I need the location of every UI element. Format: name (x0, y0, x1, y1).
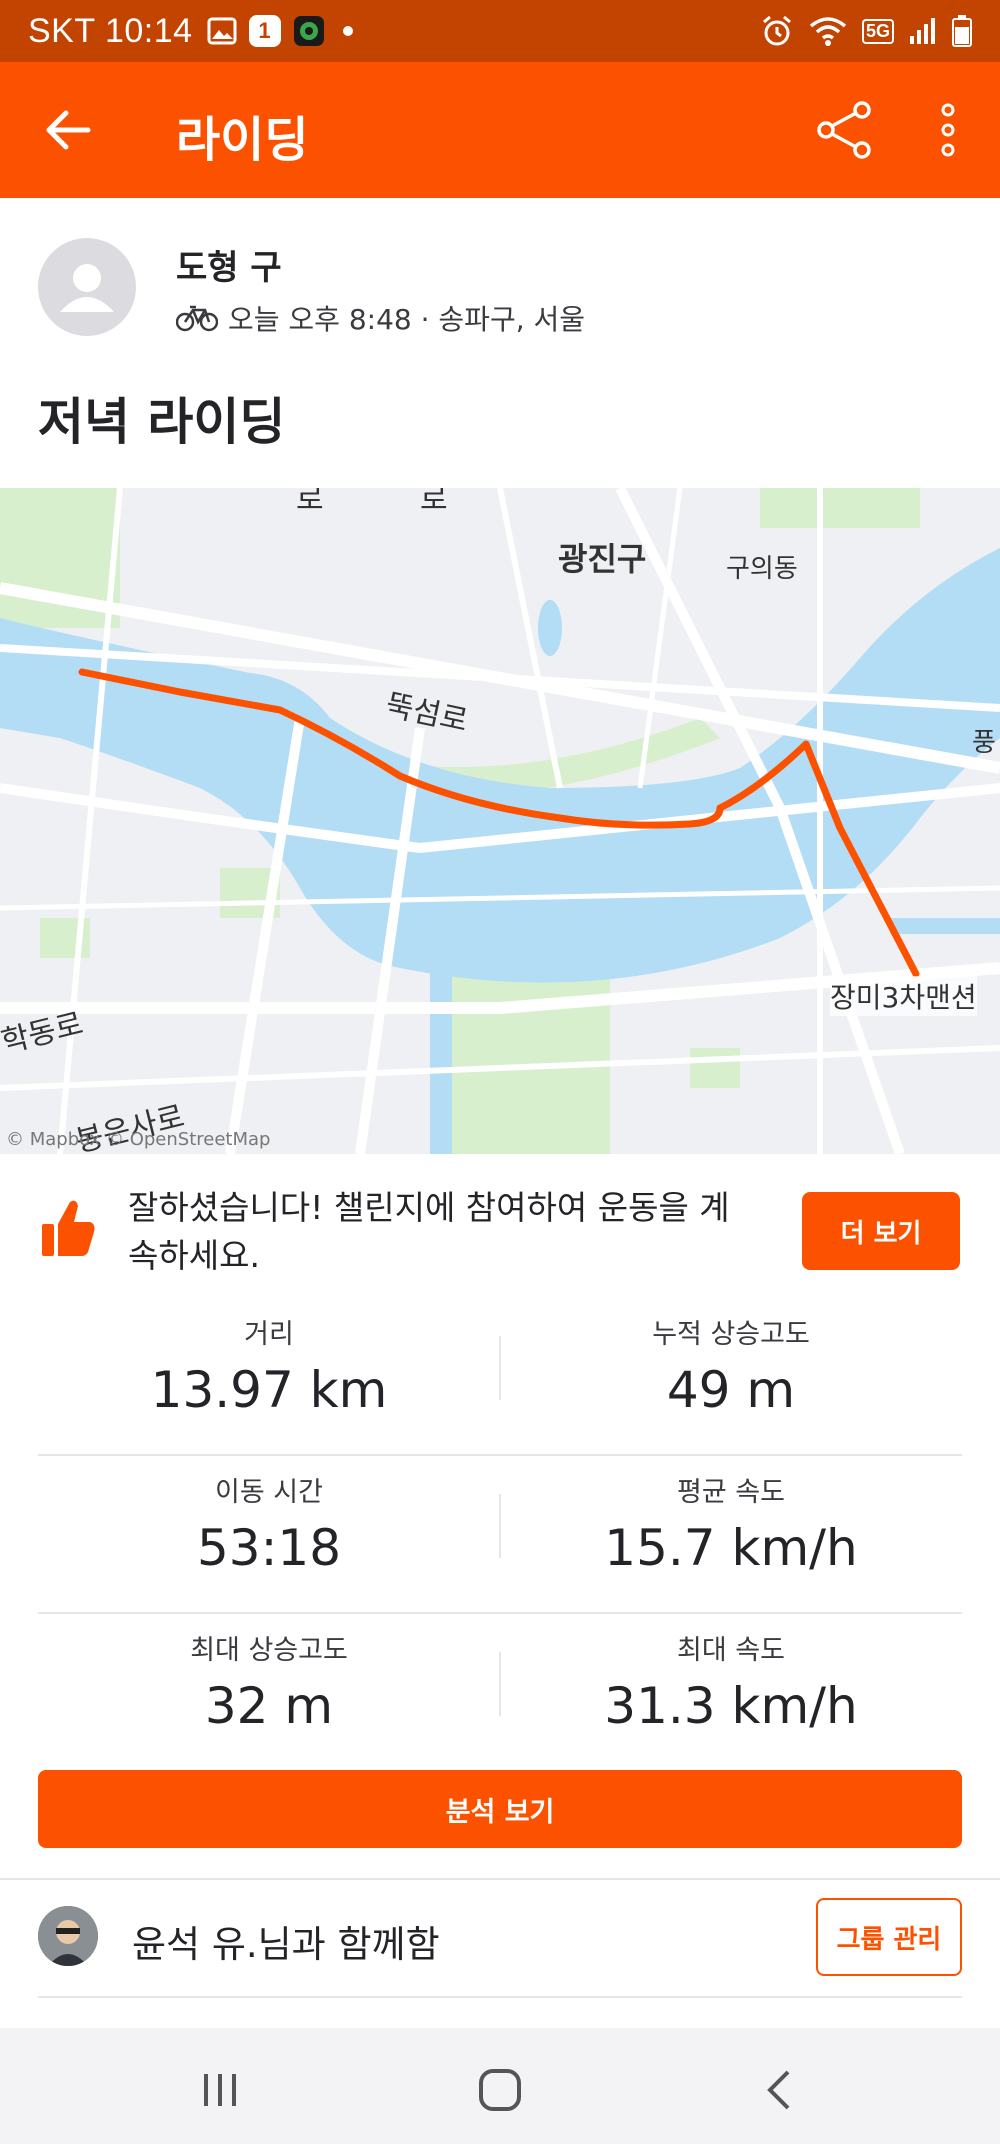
stat-distance: 거리 13.97 km (38, 1298, 500, 1419)
stats-grid: 거리 13.97 km 누적 상승고도 49 m 이동 시간 53:18 평균 … (38, 1298, 962, 1772)
back-icon[interactable] (752, 2062, 808, 2118)
stat-label: 거리 (244, 1319, 294, 1350)
map-label-gwangjin: 광진구 (558, 540, 647, 578)
battery-icon (952, 15, 972, 47)
network-type: 5G (861, 18, 894, 44)
activity-meta-text: 오늘 오후 8:48 · 송파구, 서울 (228, 303, 586, 336)
map-label-guui: 구의동 (726, 554, 798, 584)
app-bar: 라이딩 (0, 62, 1000, 198)
stat-moving-time: 이동 시간 53:18 (38, 1456, 500, 1577)
bike-icon (176, 305, 218, 332)
map-label-top-mid: 로 (420, 488, 448, 517)
stat-max-speed: 최대 속도 31.3 km/h (500, 1614, 962, 1735)
divider (38, 1996, 962, 1998)
page-title: 라이딩 (176, 112, 309, 168)
stats-row: 이동 시간 53:18 평균 속도 15.7 km/h (38, 1456, 962, 1614)
stat-label: 평균 속도 (677, 1477, 785, 1508)
thumbs-up-icon (42, 1200, 95, 1256)
group-activity-text[interactable]: 윤석 유.님과 함께함 (132, 1914, 440, 1968)
activity-meta: 오늘 오후 8:48 · 송파구, 서울 (176, 298, 585, 338)
status-time: SKT 10:14 (28, 11, 193, 50)
status-bar: SKT 10:14 1 5G (0, 0, 1000, 62)
map-canvas (0, 488, 1000, 1154)
stat-elevation-gain: 누적 상승고도 49 m (500, 1298, 962, 1419)
activity-title: 저녁 라이딩 (38, 393, 286, 451)
map-attribution[interactable]: © Mapbox © OpenStreetMap (6, 1129, 270, 1150)
notification-badge: 1 (248, 15, 281, 47)
map-label-top-left: 로 (296, 488, 324, 517)
stat-max-elevation: 최대 상승고도 32 m (38, 1614, 500, 1735)
stat-value: 13.97 km (150, 1361, 388, 1419)
group-member-avatar[interactable] (38, 1906, 98, 1966)
divider (0, 1878, 1000, 1880)
recent-apps-icon[interactable] (192, 2062, 248, 2118)
route-map[interactable]: 로 로 광진구 구의동 뚝섬로 풍 장미3차맨션 학동로 봉은사로 © Mapb… (0, 488, 1000, 1154)
camera-icon (293, 16, 324, 46)
athlete-name[interactable]: 도형 구 (176, 240, 282, 289)
stat-value: 32 m (204, 1677, 334, 1735)
stat-value: 53:18 (196, 1519, 342, 1577)
stat-label: 이동 시간 (215, 1477, 323, 1508)
home-icon[interactable] (472, 2062, 528, 2118)
view-analysis-button[interactable]: 분석 보기 (38, 1770, 962, 1848)
wifi-icon (809, 17, 847, 46)
athlete-avatar[interactable] (38, 238, 136, 336)
back-arrow-icon[interactable] (40, 102, 96, 158)
stats-row: 거리 13.97 km 누적 상승고도 49 m (38, 1298, 962, 1456)
stat-label: 최대 속도 (677, 1635, 785, 1666)
gallery-icon (207, 17, 237, 45)
stat-value: 31.3 km/h (604, 1677, 858, 1735)
stat-avg-speed: 평균 속도 15.7 km/h (500, 1456, 962, 1577)
stat-label: 누적 상승고도 (652, 1319, 810, 1350)
see-more-button[interactable]: 더 보기 (802, 1192, 960, 1270)
stat-label: 최대 상승고도 (190, 1635, 348, 1666)
stats-row: 최대 상승고도 32 m 최대 속도 31.3 km/h (38, 1614, 962, 1772)
stat-value: 15.7 km/h (604, 1519, 858, 1577)
challenge-message: 잘하셨습니다! 챌린지에 참여하여 운동을 계속하세요. (128, 1188, 730, 1275)
more-notifications-dot (342, 26, 353, 36)
more-vert-icon[interactable] (930, 98, 966, 162)
map-label-jangmi: 장미3차맨션 (830, 976, 977, 1016)
share-icon[interactable] (812, 98, 876, 162)
stat-value: 49 m (666, 1361, 796, 1419)
map-label-pung: 풍 (972, 728, 996, 758)
signal-icon (910, 18, 935, 44)
alarm-icon (763, 15, 791, 46)
manage-group-button[interactable]: 그룹 관리 (816, 1898, 962, 1976)
system-nav-bar (0, 2028, 1000, 2144)
